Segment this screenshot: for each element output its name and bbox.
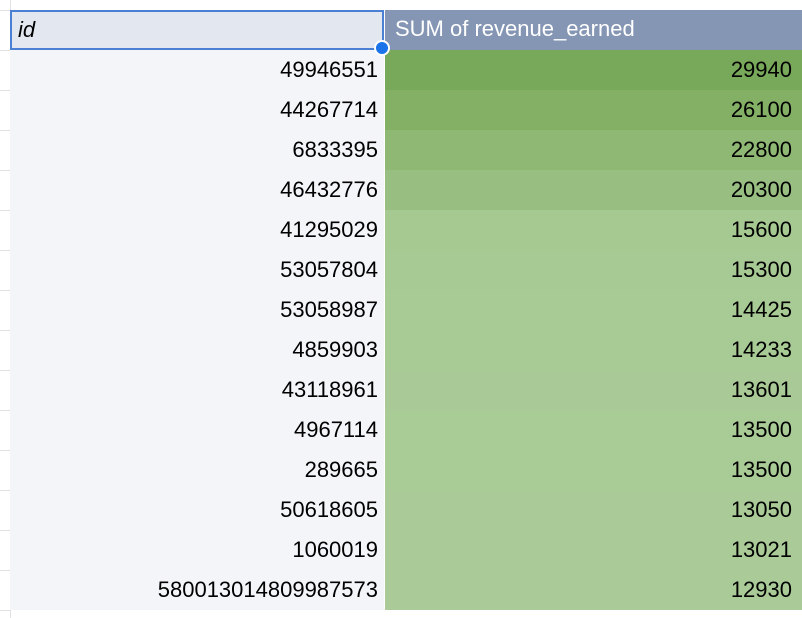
id-cell[interactable]: 44267714 xyxy=(10,90,384,130)
gridline xyxy=(0,50,10,51)
gridline xyxy=(0,290,10,291)
id-cell[interactable]: 49946551 xyxy=(10,50,384,90)
id-cell[interactable]: 580013014809987573 xyxy=(10,570,384,610)
table-row: 6833395 22800 xyxy=(10,130,802,170)
gridline xyxy=(0,210,10,211)
table-row: 41295029 15600 xyxy=(10,210,802,250)
gridline xyxy=(0,90,10,91)
pivot-rows: 49946551 29940 44267714 26100 6833395 22800 46… xyxy=(10,50,802,610)
gridline xyxy=(0,170,10,171)
revenue-cell[interactable]: 26100 xyxy=(384,90,802,130)
id-cell[interactable]: 6833395 xyxy=(10,130,384,170)
table-row: 43118961 13601 xyxy=(10,370,802,410)
gridline xyxy=(0,610,10,611)
id-cell[interactable]: 4859903 xyxy=(10,330,384,370)
gridline xyxy=(0,10,10,11)
id-cell[interactable]: 53057804 xyxy=(10,250,384,290)
header-cell-revenue[interactable]: SUM of revenue_earned xyxy=(384,10,802,50)
header-cell-id[interactable]: id xyxy=(10,10,390,56)
table-row: 580013014809987573 12930 xyxy=(10,570,802,610)
id-cell[interactable]: 4967114 xyxy=(10,410,384,450)
table-row: 49946551 29940 xyxy=(10,50,802,90)
revenue-cell[interactable]: 15600 xyxy=(384,210,802,250)
revenue-cell[interactable]: 13021 xyxy=(384,530,802,570)
id-cell[interactable]: 46432776 xyxy=(10,170,384,210)
revenue-cell[interactable]: 13500 xyxy=(384,450,802,490)
revenue-cell[interactable]: 14425 xyxy=(384,290,802,330)
gridline xyxy=(0,370,10,371)
table-row: 44267714 26100 xyxy=(10,90,802,130)
gridline xyxy=(0,130,10,131)
gridline xyxy=(0,570,10,571)
gridline xyxy=(0,330,10,331)
table-row: 46432776 20300 xyxy=(10,170,802,210)
gridline xyxy=(0,530,10,531)
gridline xyxy=(0,450,10,451)
table-row: 50618605 13050 xyxy=(10,490,802,530)
id-cell[interactable]: 1060019 xyxy=(10,530,384,570)
spreadsheet: id SUM of revenue_earned 49946551 29940 44… xyxy=(0,0,802,618)
id-cell[interactable]: 50618605 xyxy=(10,490,384,530)
revenue-cell[interactable]: 14233 xyxy=(384,330,802,370)
gridline xyxy=(0,490,10,491)
selection-fill-handle[interactable] xyxy=(374,40,390,56)
header-revenue-label: SUM of revenue_earned xyxy=(395,16,635,41)
gridline xyxy=(0,250,10,251)
table-row: 1060019 13021 xyxy=(10,530,802,570)
revenue-cell[interactable]: 29940 xyxy=(384,50,802,90)
gridline xyxy=(0,410,10,411)
revenue-cell[interactable]: 20300 xyxy=(384,170,802,210)
id-cell[interactable]: 289665 xyxy=(10,450,384,490)
header-id-label: id xyxy=(18,17,36,42)
table-row: 4967114 13500 xyxy=(10,410,802,450)
revenue-cell[interactable]: 13500 xyxy=(384,410,802,450)
table-row: 4859903 14233 xyxy=(10,330,802,370)
id-cell[interactable]: 43118961 xyxy=(10,370,384,410)
revenue-cell[interactable]: 13601 xyxy=(384,370,802,410)
id-cell[interactable]: 41295029 xyxy=(10,210,384,250)
table-row: 289665 13500 xyxy=(10,450,802,490)
revenue-cell[interactable]: 22800 xyxy=(384,130,802,170)
revenue-cell[interactable]: 15300 xyxy=(384,250,802,290)
revenue-cell[interactable]: 12930 xyxy=(384,570,802,610)
table-row: 53058987 14425 xyxy=(10,290,802,330)
pivot-table: id SUM of revenue_earned 49946551 29940 44… xyxy=(10,10,802,610)
revenue-cell[interactable]: 13050 xyxy=(384,490,802,530)
pivot-header-row: id SUM of revenue_earned xyxy=(10,10,802,56)
table-row: 53057804 15300 xyxy=(10,250,802,290)
id-cell[interactable]: 53058987 xyxy=(10,290,384,330)
